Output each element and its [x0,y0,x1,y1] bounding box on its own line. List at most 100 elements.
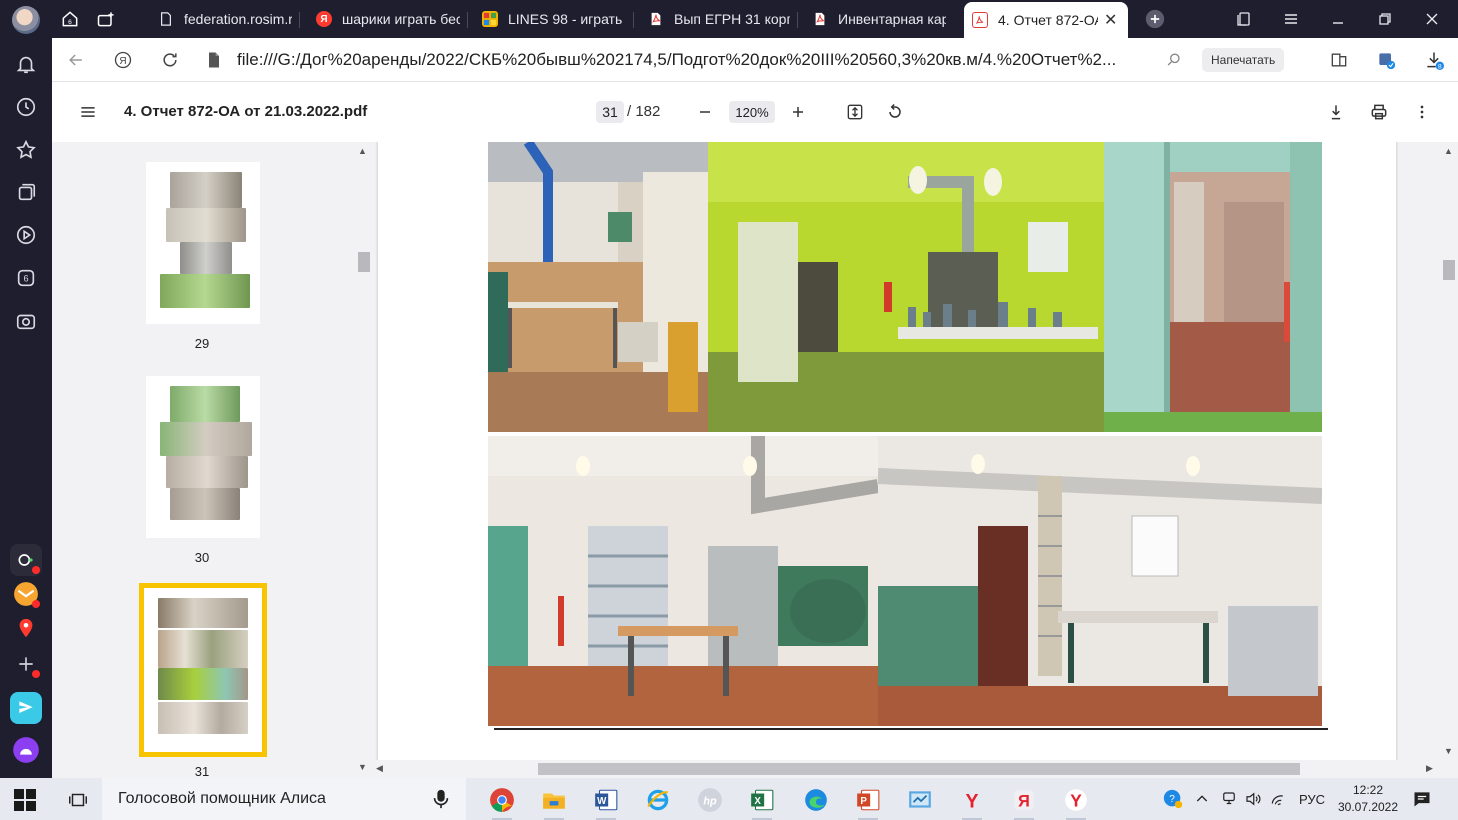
notifications-icon[interactable] [1412,778,1432,820]
image-extension-icon[interactable] [1374,48,1398,72]
sidebar-toggle-icon[interactable] [76,100,100,124]
mail-app-icon[interactable] [10,578,42,610]
tab-label: LINES 98 - играть онлайн [508,11,626,27]
chrome-app-icon[interactable] [486,784,518,820]
scroll-thumb[interactable] [538,763,1300,775]
back-arrow-icon[interactable] [64,48,88,72]
home-icon[interactable]: 6 [58,7,82,31]
downloads-icon[interactable]: 8 [1422,48,1446,72]
add-app-plus-icon[interactable] [10,648,42,680]
thumbnail-page[interactable] [146,162,260,324]
tab-inventory-card[interactable]: Инвентарная карточка [804,4,954,34]
powerpoint-app-icon[interactable]: P [852,784,884,820]
document-vertical-scrollbar[interactable]: ▲ ▼ [1440,142,1458,762]
page-search-icon[interactable] [1162,48,1186,72]
page-number-input[interactable]: 31 [596,101,624,123]
internet-explorer-icon[interactable] [642,784,674,816]
task-view-icon[interactable] [62,784,94,816]
windows-start-icon[interactable] [14,789,36,811]
pdf-filename: 4. Отчет 872-ОА от 21.03.2022.pdf [124,103,368,120]
tabs-counter-icon[interactable]: 6 [12,264,40,292]
tab-egrn[interactable]: Вып ЕГРН 31 корп [640,4,798,34]
video-play-icon[interactable] [12,221,40,249]
input-language[interactable]: РУС [1299,778,1325,820]
scroll-down-icon[interactable]: ▼ [1444,746,1453,756]
scroll-up-icon[interactable]: ▲ [1444,146,1453,156]
close-window-icon[interactable] [1421,8,1443,30]
yandex-logo-icon[interactable]: Я [111,48,135,72]
file-page-icon[interactable] [202,48,226,72]
yandex-browser-icon[interactable]: Y [956,784,988,820]
hp-support-icon[interactable]: hp [694,784,726,816]
edge-browser-icon[interactable] [800,784,832,816]
thumbnail-page[interactable] [146,376,260,538]
new-tab-button[interactable] [1143,7,1167,31]
svg-text:X: X [754,796,761,807]
document-viewport: ▲ ▼ ◀ ▶ [372,142,1458,778]
scroll-thumb[interactable] [358,252,370,272]
new-tab-group-icon[interactable] [94,7,118,31]
scroll-down-icon[interactable]: ▼ [358,762,367,772]
device-icon[interactable] [1220,778,1238,820]
screenshot-camera-icon[interactable] [12,307,40,335]
collections-icon[interactable] [12,178,40,206]
word-app-icon[interactable]: W [590,784,622,820]
volume-icon[interactable] [1244,778,1262,820]
zoom-out-icon[interactable] [693,100,717,124]
yandex-browser-2-icon[interactable]: Y [1060,784,1092,820]
scroll-right-icon[interactable]: ▶ [1426,763,1433,774]
print-button[interactable]: Напечатать [1202,48,1285,72]
help-icon[interactable]: ? [1162,778,1184,820]
rotate-icon[interactable] [883,100,907,124]
restore-window-icon[interactable] [1374,8,1396,30]
tab-shariki[interactable]: Я шарики играть бесплатно [308,4,468,34]
minimize-icon[interactable] [1327,8,1349,30]
tab-federation[interactable]: federation.rosim.ru [150,4,300,34]
control-panel-icon[interactable] [904,784,936,816]
document-horizontal-scrollbar[interactable]: ◀ ▶ [372,760,1440,778]
reader-mode-icon[interactable] [1327,48,1351,72]
photo-room-pipes [488,142,708,432]
reload-icon[interactable] [158,48,182,72]
svg-text:6: 6 [68,19,72,26]
bell-icon[interactable] [12,50,40,78]
maps-pin-icon[interactable] [10,612,42,644]
microphone-icon[interactable] [430,787,452,816]
url-field[interactable]: file:///G:/Дог%20аренды/2022/СКБ%20бывш%… [237,50,1117,70]
tab-label: Инвентарная карточка [838,11,946,27]
zoom-input[interactable]: 120% [729,101,775,123]
fit-page-icon[interactable] [843,100,867,124]
user-avatar[interactable] [12,6,40,34]
pdf-icon [812,11,828,27]
scroll-up-icon[interactable]: ▲ [358,146,367,156]
close-tab-icon[interactable]: ✕ [1104,10,1117,30]
bookmarks-panel-icon[interactable] [1233,8,1255,30]
zoom-in-icon[interactable] [786,100,810,124]
yandex-app-icon[interactable]: Я [1008,784,1040,820]
scroll-left-icon[interactable]: ◀ [376,763,383,774]
svg-text:?: ? [1169,794,1175,805]
file-explorer-icon[interactable] [538,784,570,820]
wifi-icon[interactable] [1270,778,1288,820]
download-pdf-icon[interactable] [1324,100,1348,124]
tab-report-active[interactable]: 4. Отчет 872-ОА ✕ [964,2,1128,38]
print-icon[interactable] [1367,100,1391,124]
thumbnail-scrollbar[interactable]: ▲ ▼ [354,142,372,778]
system-clock[interactable]: 12:22 30.07.2022 [1334,782,1402,816]
more-options-icon[interactable] [1410,100,1434,124]
excel-app-icon[interactable]: X [746,784,778,820]
scroll-thumb[interactable] [1443,260,1455,280]
tab-label: federation.rosim.ru [184,11,292,27]
tray-chevron-up-icon[interactable] [1194,778,1210,820]
share-app-icon[interactable] [10,692,42,724]
alice-assistant-icon[interactable] [10,734,42,766]
thumbnail-page-current[interactable] [144,588,262,752]
messenger-app-icon[interactable] [10,544,42,576]
menu-hamburger-icon[interactable] [1280,8,1302,30]
history-icon[interactable] [12,93,40,121]
alice-voice-search[interactable]: Голосовой помощник Алиса [102,778,466,820]
tab-lines98[interactable]: LINES 98 - играть онлайн [474,4,634,34]
bookmarks-star-icon[interactable] [12,136,40,164]
svg-text:Y: Y [1070,791,1082,811]
svg-text:Я: Я [119,56,126,67]
